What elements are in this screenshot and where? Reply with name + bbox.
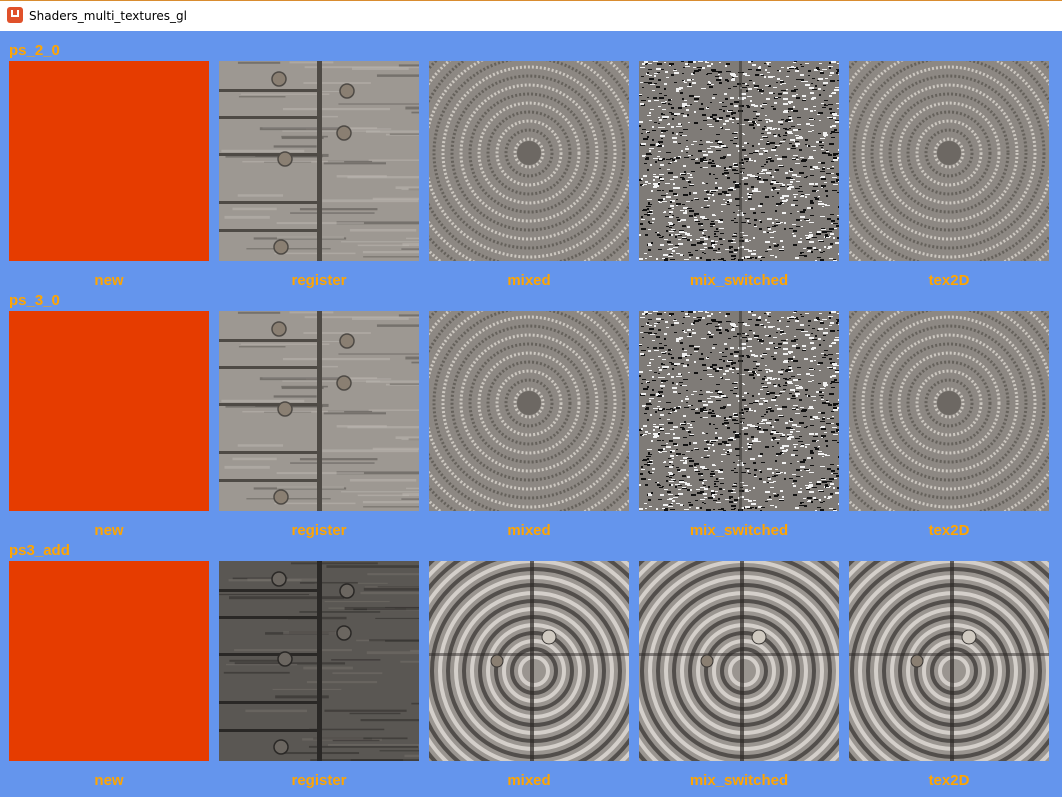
tile-preview — [9, 561, 209, 761]
tile-caption: new — [94, 772, 124, 789]
title-bar[interactable]: Shaders_multi_textures_gl — [0, 0, 1062, 31]
render-canvas: ps_2_0 new register mixed mix_switched t… — [0, 31, 1062, 797]
tile-preview — [849, 311, 1049, 511]
tile-caption: tex2D — [928, 522, 970, 539]
tile-caption: mix_switched — [689, 522, 789, 539]
section-label-ps-3-0: ps_3_0 — [9, 292, 60, 309]
texture-image — [219, 311, 419, 511]
texture-image — [219, 61, 419, 261]
app-window: Shaders_multi_textures_gl ps_2_0 new reg… — [0, 0, 1062, 797]
texture-image — [639, 61, 839, 261]
tile-caption: mix_switched — [689, 272, 789, 289]
section-label-ps3-add: ps3_add — [9, 542, 70, 559]
tile-preview — [639, 61, 839, 261]
texture-image — [849, 311, 1049, 511]
tile-preview — [429, 311, 629, 511]
tile-preview — [9, 311, 209, 511]
tile-caption: register — [291, 772, 347, 789]
texture-image — [9, 61, 209, 261]
texture-image — [849, 61, 1049, 261]
section-label-ps-2-0: ps_2_0 — [9, 42, 60, 59]
tile-caption: mixed — [507, 272, 551, 289]
texture-image — [219, 561, 419, 761]
texture-image — [9, 561, 209, 761]
tile-caption: mixed — [507, 772, 551, 789]
tile-preview — [219, 561, 419, 761]
tile-caption: new — [94, 522, 124, 539]
window-title: Shaders_multi_textures_gl — [29, 9, 187, 23]
tile-preview — [429, 61, 629, 261]
texture-image — [9, 311, 209, 511]
tile-preview — [639, 311, 839, 511]
tile-preview — [849, 561, 1049, 761]
texture-image — [429, 311, 629, 511]
texture-image — [639, 561, 839, 761]
tile-preview — [639, 561, 839, 761]
texture-image — [429, 61, 629, 261]
texture-image — [429, 561, 629, 761]
tile-preview — [849, 61, 1049, 261]
tile-caption: mixed — [507, 522, 551, 539]
texture-image — [849, 561, 1049, 761]
texture-image — [639, 311, 839, 511]
tile-preview — [9, 61, 209, 261]
tile-preview — [429, 561, 629, 761]
tile-preview — [219, 311, 419, 511]
tile-caption: new — [94, 272, 124, 289]
tile-caption: register — [291, 272, 347, 289]
tile-preview — [219, 61, 419, 261]
monogame-app-icon — [7, 7, 23, 23]
tile-caption: mix_switched — [689, 772, 789, 789]
tile-caption: register — [291, 522, 347, 539]
tile-caption: tex2D — [928, 272, 970, 289]
tile-caption: tex2D — [928, 772, 970, 789]
